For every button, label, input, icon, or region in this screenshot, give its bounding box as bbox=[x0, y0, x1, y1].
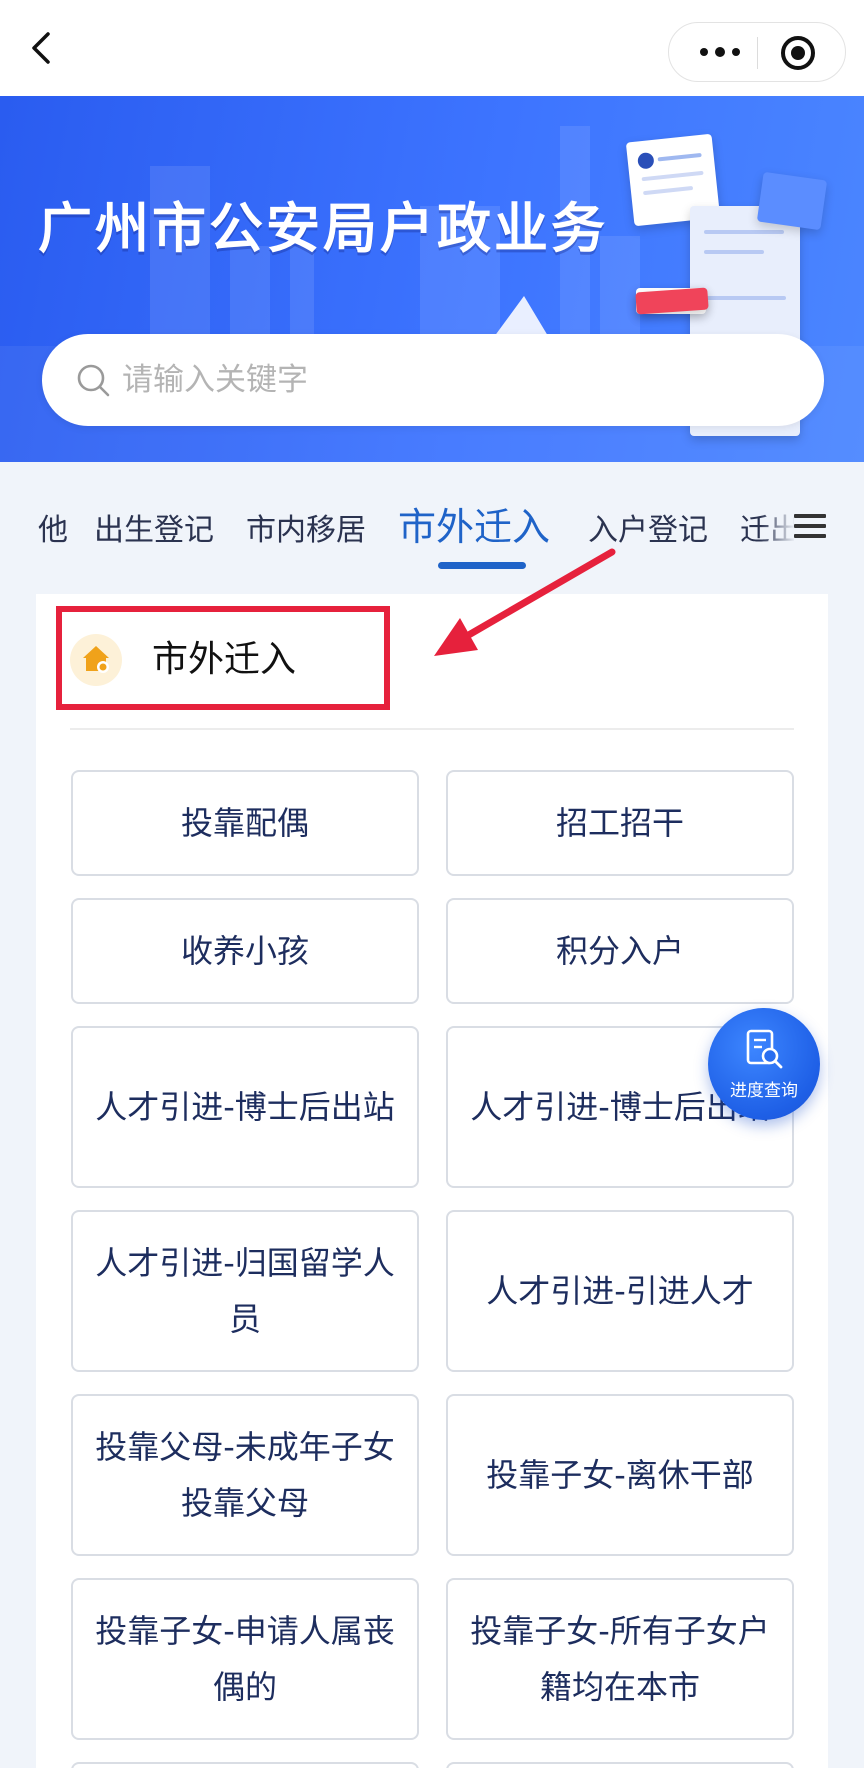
tab-in-city-relocation[interactable]: 市内移居 bbox=[246, 496, 366, 566]
service-button[interactable]: 投靠配偶 bbox=[71, 770, 419, 876]
service-button[interactable]: 招工招干 bbox=[446, 770, 794, 876]
progress-query-label: 进度查询 bbox=[730, 1081, 798, 1101]
search-icon bbox=[77, 364, 110, 397]
service-card: 市外迁入 投靠配偶 招工招干 收养小孩 积分入户 人才引进-博士后出站 人才引进… bbox=[36, 594, 828, 1768]
service-button[interactable]: 投靠子女-申请人属丧偶的 bbox=[71, 1578, 419, 1740]
service-button-partial[interactable] bbox=[446, 1762, 794, 1768]
menu-icon[interactable] bbox=[794, 514, 826, 546]
close-program-icon[interactable] bbox=[781, 36, 815, 70]
document-search-icon bbox=[746, 1029, 783, 1069]
highlight-annotation bbox=[56, 606, 390, 710]
service-button[interactable]: 积分入户 bbox=[446, 898, 794, 1004]
service-button[interactable]: 人才引进-博士后出站 bbox=[71, 1026, 419, 1188]
more-icon[interactable] bbox=[691, 23, 749, 81]
back-icon[interactable] bbox=[22, 26, 66, 70]
section-divider bbox=[70, 728, 794, 730]
service-button[interactable]: 人才引进-引进人才 bbox=[446, 1210, 794, 1372]
tab-other[interactable]: 他 bbox=[38, 496, 68, 566]
service-button[interactable]: 人才引进-归国留学人员 bbox=[71, 1210, 419, 1372]
service-button[interactable]: 投靠子女-离休干部 bbox=[446, 1394, 794, 1556]
tab-fade bbox=[760, 496, 796, 566]
service-button[interactable]: 投靠子女-所有子女户籍均在本市 bbox=[446, 1578, 794, 1740]
banner-title: 广州市公安局户政业务 bbox=[38, 196, 608, 260]
service-button[interactable]: 投靠父母-未成年子女投靠父母 bbox=[71, 1394, 419, 1556]
annotation-arrow bbox=[434, 548, 616, 656]
progress-query-button[interactable]: 进度查询 bbox=[708, 1008, 820, 1120]
illustration-note bbox=[756, 171, 828, 231]
top-bar bbox=[0, 0, 864, 96]
tab-birth-registration[interactable]: 出生登记 bbox=[94, 496, 214, 566]
search-bar[interactable] bbox=[42, 334, 824, 426]
mini-program-capsule bbox=[668, 22, 846, 82]
service-button-partial[interactable] bbox=[71, 1762, 419, 1768]
capsule-divider bbox=[757, 37, 758, 69]
service-button[interactable]: 收养小孩 bbox=[71, 898, 419, 1004]
search-input[interactable] bbox=[122, 334, 782, 426]
